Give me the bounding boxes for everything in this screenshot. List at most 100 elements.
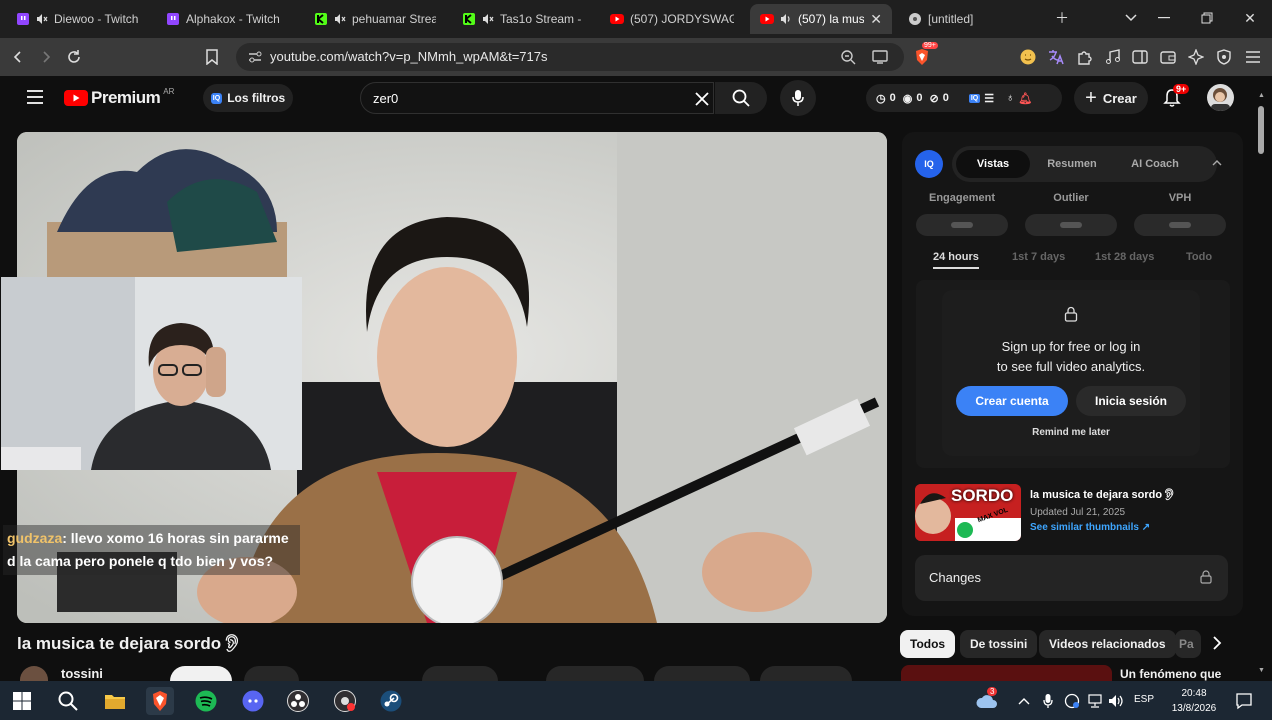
steam-icon[interactable]: [377, 687, 405, 715]
clock[interactable]: 20:48 13/8/2026: [1166, 686, 1222, 716]
tray-network-icon[interactable]: [1084, 687, 1106, 715]
chip-related[interactable]: Videos relacionados: [1039, 630, 1176, 658]
tab-pehuamar[interactable]: pehuamar Stream: [304, 4, 446, 34]
wallet-icon[interactable]: [1156, 45, 1180, 69]
like-button[interactable]: [422, 666, 498, 681]
menu-icon[interactable]: [1241, 45, 1265, 69]
extensions-icon[interactable]: [1073, 45, 1097, 69]
changes-section[interactable]: Changes: [915, 555, 1228, 601]
range-28d[interactable]: 1st 28 days: [1095, 251, 1154, 263]
weather-icon[interactable]: 3: [973, 687, 1001, 715]
obs-icon[interactable]: [284, 687, 312, 715]
tray-microphone-icon[interactable]: [1038, 687, 1058, 715]
clip-button[interactable]: [760, 666, 852, 681]
related-title[interactable]: Un fenómeno que: [1120, 667, 1221, 681]
tab-resumen[interactable]: Resumen: [1037, 150, 1107, 178]
address-bar[interactable]: youtube.com/watch?v=p_NMmh_wpAM&t=717s: [236, 43, 904, 71]
restore-icon[interactable]: [1195, 8, 1219, 28]
taskbar-search-icon[interactable]: [54, 687, 82, 715]
translate-extension-icon[interactable]: [1044, 45, 1068, 69]
search-button[interactable]: [715, 82, 767, 114]
sidebar-icon[interactable]: [1128, 45, 1152, 69]
tab-diewoo[interactable]: Diewoo - Twitch: [6, 4, 154, 34]
download-button[interactable]: [654, 666, 750, 681]
notification-center-icon[interactable]: [1230, 687, 1258, 715]
vpn-icon[interactable]: [1212, 45, 1236, 69]
screen-cast-icon[interactable]: [872, 50, 888, 64]
bookmark-icon[interactable]: [200, 45, 224, 69]
forward-icon[interactable]: [34, 45, 58, 69]
range-7d[interactable]: 1st 7 days: [1012, 251, 1065, 263]
avatar[interactable]: [1207, 84, 1234, 111]
clear-search-icon[interactable]: [695, 92, 709, 106]
range-all[interactable]: Todo: [1186, 251, 1212, 263]
file-explorer-icon[interactable]: [101, 687, 129, 715]
hamburger-menu-icon[interactable]: [26, 90, 44, 104]
subscribe-button[interactable]: [244, 666, 299, 681]
logo-text: Premium: [91, 88, 161, 107]
close-window-icon[interactable]: ✕: [1238, 8, 1262, 28]
remind-later-link[interactable]: Remind me later: [942, 427, 1200, 438]
rewards-icon[interactable]: [1016, 45, 1040, 69]
metric-outlier: Outlier: [1053, 192, 1089, 204]
discord-icon[interactable]: [239, 687, 267, 715]
windows-start-icon[interactable]: [8, 687, 36, 715]
join-button[interactable]: [170, 666, 232, 681]
reload-icon[interactable]: [62, 45, 86, 69]
minimize-icon[interactable]: [1152, 8, 1176, 28]
youtube-premium-logo[interactable]: Premium AR: [64, 87, 174, 108]
brave-shields-icon[interactable]: 99+: [910, 42, 938, 69]
create-label: Crear: [1102, 90, 1137, 106]
extension-stats-bar[interactable]: ◷ 0 ◉ 0 ⊘ 0 IQ ☰ ♁ 🔔︎: [866, 84, 1062, 112]
channel-name[interactable]: tossini: [61, 666, 103, 681]
music-icon[interactable]: [1101, 45, 1125, 69]
microphone-icon: [792, 90, 804, 106]
range-24h[interactable]: 24 hours: [933, 251, 979, 269]
spotify-icon[interactable]: [192, 687, 220, 715]
create-account-button[interactable]: Crear cuenta: [956, 386, 1068, 416]
search-value: zer0: [373, 91, 399, 106]
leo-ai-icon[interactable]: [1184, 45, 1208, 69]
tab-vistas[interactable]: Vistas: [956, 150, 1030, 178]
tab-ai-coach[interactable]: AI Coach: [1120, 150, 1190, 178]
tab-la-musica[interactable]: (507) la music ✕: [750, 4, 892, 34]
site-settings-icon[interactable]: [248, 51, 262, 63]
filters-button[interactable]: IQ Los filtros: [203, 84, 293, 112]
back-icon[interactable]: [6, 45, 30, 69]
tab-list-chevron-icon[interactable]: [1119, 8, 1143, 28]
tray-volume-icon[interactable]: [1105, 687, 1127, 715]
iq-icon: IQ: [210, 92, 223, 104]
scroll-down-icon[interactable]: ▼: [1258, 667, 1265, 674]
chip-from-channel[interactable]: De tossini: [960, 630, 1038, 658]
notifications-icon[interactable]: 9+: [1162, 84, 1190, 108]
close-tab-icon[interactable]: ✕: [870, 11, 882, 28]
tab-untitled[interactable]: [untitled]: [898, 4, 1044, 34]
collapse-chevron-icon[interactable]: [1212, 160, 1222, 166]
new-tab-icon[interactable]: ＋: [1050, 8, 1074, 28]
related-thumbnail[interactable]: [901, 665, 1112, 681]
voice-search-button[interactable]: [780, 80, 816, 116]
thumbnail-suggestion[interactable]: SORDO MAX VOL la musica te dejara sordo👂…: [902, 482, 1243, 552]
language-indicator[interactable]: ESP: [1134, 694, 1154, 705]
tab-jordyswag[interactable]: (507) JORDYSWAG L: [600, 4, 744, 34]
tab-alphakox[interactable]: Alphakox - Twitch: [156, 4, 300, 34]
tab-tas1o[interactable]: Tas1o Stream - W: [452, 4, 594, 34]
see-similar-link[interactable]: See similar thumbnails ↗: [1030, 522, 1150, 533]
chips-next-chevron-icon[interactable]: [1212, 636, 1222, 650]
login-button[interactable]: Inicia sesión: [1076, 386, 1186, 416]
chip-all[interactable]: Todos: [900, 630, 956, 658]
tray-network-app-icon[interactable]: [1061, 687, 1083, 715]
create-button[interactable]: + Crear: [1074, 82, 1148, 114]
channel-avatar[interactable]: [20, 666, 48, 681]
obs-recording-icon[interactable]: [331, 687, 359, 715]
zoom-icon[interactable]: [840, 49, 856, 65]
scroll-up-icon[interactable]: ▲: [1258, 92, 1265, 99]
share-button[interactable]: [546, 666, 644, 681]
brave-taskbar-icon[interactable]: [146, 687, 174, 715]
scrollbar-thumb[interactable]: [1258, 106, 1264, 154]
page-scrollbar[interactable]: ▲ ▼: [1256, 92, 1266, 681]
ear-icon: 👂︎: [1162, 489, 1177, 501]
chip-partial[interactable]: Pa: [1175, 630, 1201, 658]
tray-overflow-chevron-icon[interactable]: [1015, 687, 1033, 715]
search-input[interactable]: zer0: [360, 82, 714, 114]
